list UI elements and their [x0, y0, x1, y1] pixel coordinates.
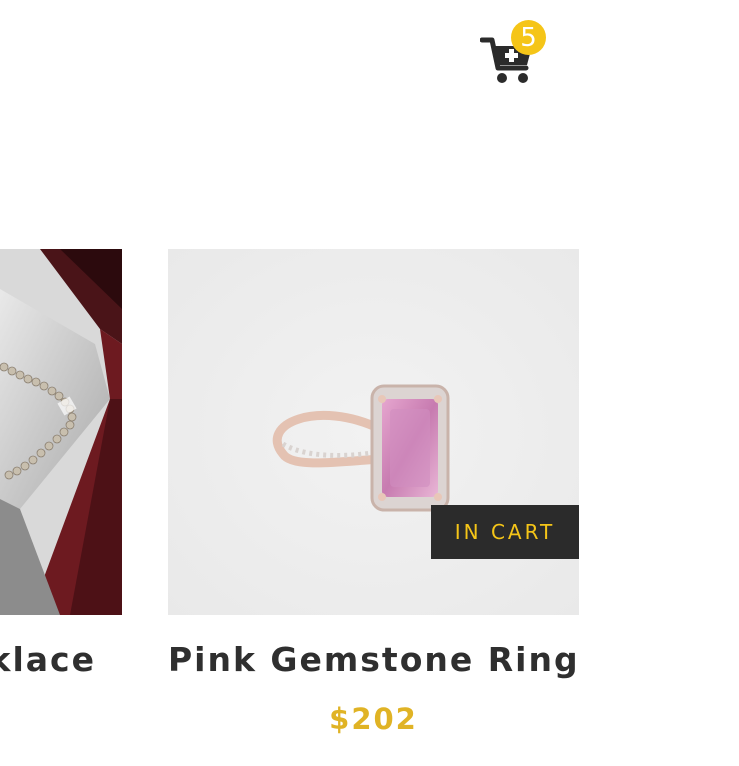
product-name-ring[interactable]: Pink Gemstone Ring	[168, 640, 579, 679]
cart-button[interactable]: 5	[480, 20, 546, 86]
pearl-necklace-photo	[0, 249, 122, 615]
product-listing-page: 5 IN CART lace Pink Gemstone Ring $202	[0, 0, 739, 766]
product-name-necklace[interactable]: klace	[0, 640, 96, 679]
pink-gemstone-ring-photo	[168, 249, 579, 615]
product-image-ring[interactable]	[168, 249, 579, 615]
in-cart-button[interactable]: IN CART	[431, 505, 579, 559]
product-price-ring: $202	[329, 702, 418, 736]
product-image-necklace[interactable]	[0, 249, 122, 615]
cart-count-badge: 5	[511, 20, 546, 55]
